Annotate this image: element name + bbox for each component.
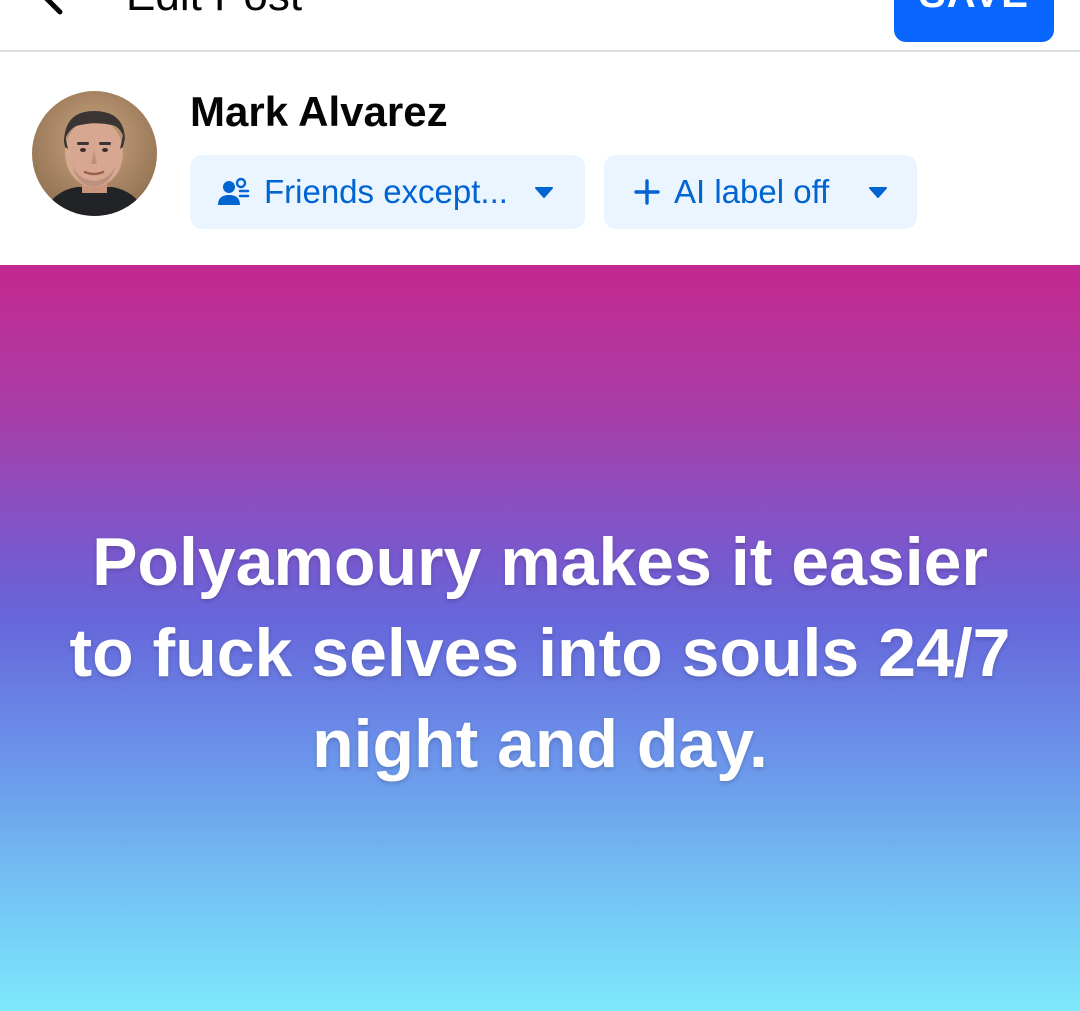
audience-selector[interactable]: Friends except...	[190, 155, 585, 229]
caret-down-icon	[867, 181, 889, 203]
top-app-bar: Edit Post SAVE	[0, 0, 1080, 52]
caret-down-icon	[533, 181, 555, 203]
chevron-left-icon	[44, 0, 63, 15]
back-button[interactable]	[18, 0, 90, 32]
audience-label: Friends except...	[264, 173, 508, 210]
post-text[interactable]: Polyamoury makes it easier to fuck selve…	[60, 517, 1020, 790]
author-name: Mark Alvarez	[190, 88, 448, 135]
ai-label-text: AI label off	[674, 173, 830, 210]
page-title: Edit Post	[126, 0, 302, 18]
plus-icon	[634, 179, 660, 205]
avatar[interactable]	[32, 91, 157, 216]
ai-label-selector[interactable]: AI label off	[604, 155, 917, 229]
save-button[interactable]: SAVE	[894, 0, 1054, 42]
post-background-card[interactable]: Polyamoury makes it easier to fuck selve…	[0, 265, 1080, 1011]
profile-photo	[32, 91, 157, 216]
friends-icon	[216, 175, 250, 209]
edit-post-screen: Edit Post SAVE	[0, 0, 1080, 1011]
